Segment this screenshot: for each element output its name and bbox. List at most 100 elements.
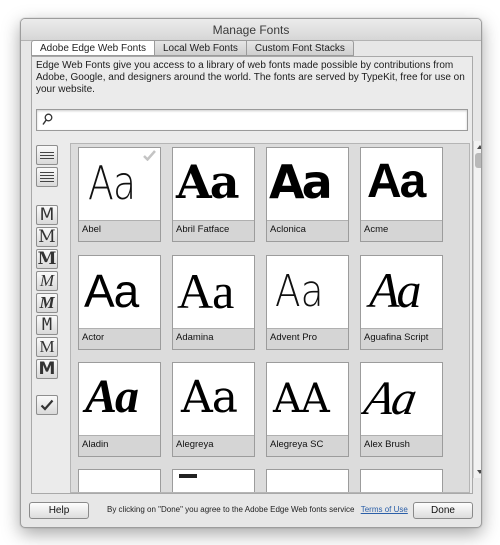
slab-serif-icon[interactable]: M — [36, 249, 58, 269]
font-name: Advent Pro — [270, 332, 317, 343]
font-card-abel[interactable]: Aa Abel — [78, 147, 161, 242]
font-name: Alegreya SC — [270, 439, 324, 450]
handwritten-glyph: M — [39, 337, 55, 356]
font-card-abril-fatface[interactable]: Aa Abril Fatface — [172, 147, 255, 242]
font-name: Acme — [364, 224, 389, 235]
font-sample: Aa — [367, 155, 426, 208]
font-sample: Aa — [177, 263, 234, 319]
slab-serif-glyph: M — [37, 249, 57, 269]
blackletter-icon[interactable]: M — [36, 293, 58, 313]
monospaced-glyph: M — [41, 315, 53, 335]
font-sample: Aa — [369, 262, 422, 318]
font-name: Aclonica — [270, 224, 306, 235]
font-card-alegreya-sc[interactable]: AA Alegreya SC — [266, 362, 349, 457]
font-card-aclonica[interactable]: Aa Aclonica — [266, 147, 349, 242]
search-box[interactable] — [36, 109, 468, 131]
font-grid-scrollbar[interactable] — [473, 141, 482, 478]
font-card-partial[interactable] — [78, 469, 161, 492]
font-card-alex-brush[interactable]: Aa Alex Brush — [360, 362, 443, 457]
font-preview: Aa — [173, 148, 254, 221]
font-preview: Aa — [267, 256, 348, 329]
tab-custom-font-stacks[interactable]: Custom Font Stacks — [246, 40, 354, 56]
font-preview: Aa — [79, 256, 160, 329]
font-card-partial[interactable] — [172, 469, 255, 492]
font-preview: Aa — [267, 148, 348, 221]
font-card-adamina[interactable]: Aa Adamina — [172, 255, 255, 350]
font-sample: Aa — [181, 372, 238, 423]
font-name: Aguafina Script — [364, 332, 429, 343]
font-sample: Aa — [85, 370, 139, 423]
terms-notice-text: By clicking on "Done" you agree to the A… — [107, 505, 355, 514]
font-sample: Aa — [84, 265, 139, 317]
font-name: Aladin — [82, 439, 109, 450]
help-button[interactable]: Help — [29, 502, 89, 519]
selected-check-icon — [143, 150, 156, 161]
search-input[interactable] — [57, 112, 457, 128]
search-icon — [42, 113, 53, 125]
font-sample: Aa — [269, 155, 333, 209]
description-text: Edge Web Fonts give you access to a libr… — [36, 60, 465, 95]
font-name: Alex Brush — [364, 439, 410, 450]
font-card-advent-pro[interactable]: Aa Advent Pro — [266, 255, 349, 350]
font-name: Actor — [82, 332, 105, 343]
font-preview: Aa — [361, 363, 442, 436]
decorative-glyph: M — [38, 359, 56, 379]
edge-web-fonts-panel: Edge Web Fonts give you access to a libr… — [31, 56, 473, 494]
serif-glyph: M — [38, 227, 56, 247]
font-preview — [267, 470, 348, 492]
font-preview: AA — [267, 363, 348, 436]
font-name: Abel — [82, 224, 102, 235]
font-card-alegreya[interactable]: Aa Alegreya — [172, 362, 255, 457]
terms-of-use-link[interactable]: Terms of Use — [361, 505, 408, 514]
scroll-down-arrow-icon[interactable] — [475, 467, 482, 477]
tab-adobe-edge-web-fonts[interactable]: Adobe Edge Web Fonts — [31, 40, 155, 56]
font-card-partial[interactable] — [360, 469, 443, 492]
sans-serif-icon[interactable]: M — [36, 205, 58, 225]
grid-view-icon[interactable] — [36, 167, 58, 187]
sans-serif-glyph: M — [39, 205, 55, 225]
font-preview — [361, 470, 442, 492]
font-card-partial[interactable] — [266, 469, 349, 492]
monospaced-icon[interactable]: M — [36, 315, 58, 335]
font-sample: Aa — [88, 156, 136, 210]
tab-local-web-fonts[interactable]: Local Web Fonts — [155, 40, 247, 56]
font-name: Alegreya — [176, 439, 214, 450]
window-title: Manage Fonts — [21, 19, 481, 41]
font-sample: Aa — [275, 266, 324, 317]
scroll-thumb[interactable] — [475, 153, 481, 168]
font-card-acme[interactable]: Aa Acme — [360, 147, 443, 242]
font-sample: Aa — [361, 372, 420, 425]
font-sample: Aa — [176, 155, 239, 209]
terms-notice: By clicking on "Done" you agree to the A… — [107, 505, 408, 514]
tab-bar: Adobe Edge Web Fonts Local Web Fonts Cus… — [31, 40, 354, 56]
font-sample-partial — [179, 474, 197, 478]
decorative-icon[interactable]: M — [36, 359, 58, 379]
serif-icon[interactable]: M — [36, 227, 58, 247]
font-card-actor[interactable]: Aa Actor — [78, 255, 161, 350]
font-sample: AA — [273, 376, 330, 422]
checkmark-icon[interactable] — [36, 395, 58, 415]
selected-fonts-check-glyph — [40, 399, 54, 411]
blackletter-glyph: M — [39, 293, 55, 312]
font-preview: Aa — [361, 256, 442, 329]
scroll-up-arrow-icon[interactable] — [475, 142, 482, 152]
font-name: Abril Fatface — [176, 224, 230, 235]
font-preview: Aa — [173, 363, 254, 436]
font-grid: Aa Abel Aa Abril Fatface Aa Aclonica Aa … — [70, 143, 470, 493]
font-preview — [173, 470, 254, 492]
dialog-footer: Help By clicking on "Done" you agree to … — [21, 496, 481, 527]
font-card-aladin[interactable]: Aa Aladin — [78, 362, 161, 457]
manage-fonts-dialog: Manage Fonts Adobe Edge Web Fonts Local … — [20, 18, 482, 528]
font-preview: Aa — [361, 148, 442, 221]
font-card-aguafina-script[interactable]: Aa Aguafina Script — [360, 255, 443, 350]
font-preview: Aa — [173, 256, 254, 329]
font-preview: Aa — [79, 148, 160, 221]
font-preview — [79, 470, 160, 492]
done-button[interactable]: Done — [413, 502, 473, 519]
list-view-icon[interactable] — [36, 145, 58, 165]
font-preview: Aa — [79, 363, 160, 436]
script-icon[interactable]: M — [36, 271, 58, 291]
script-glyph: M — [39, 271, 55, 290]
font-name: Adamina — [176, 332, 214, 343]
handwritten-icon[interactable]: M — [36, 337, 58, 357]
